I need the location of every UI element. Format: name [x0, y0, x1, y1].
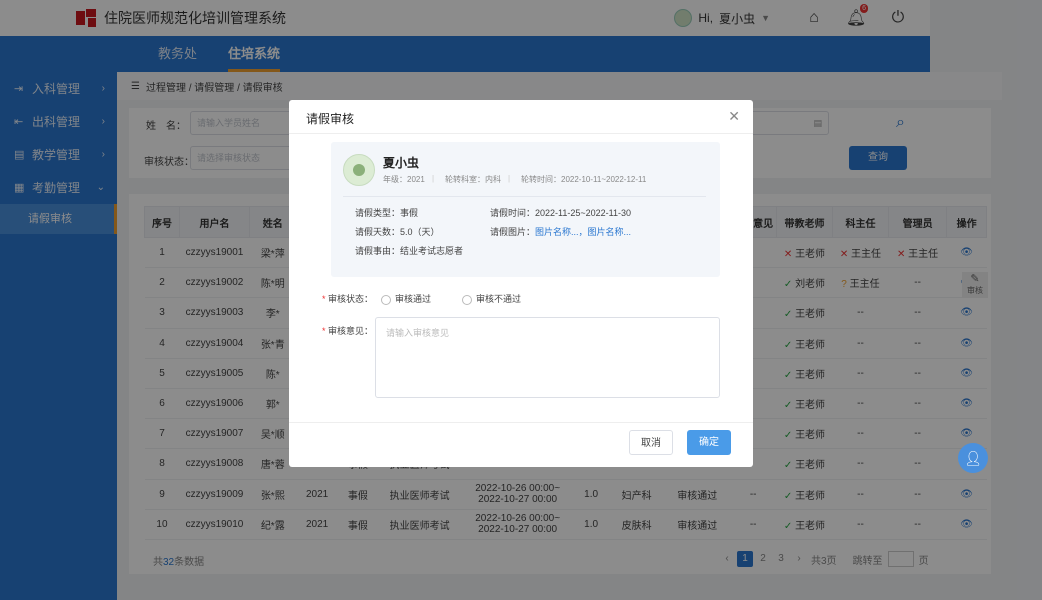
picture-links[interactable]: 图片名称...，图片名称...: [535, 227, 631, 237]
divider: [289, 422, 753, 423]
leave-pics: 请假图片：图片名称...，图片名称...: [490, 227, 632, 237]
applicant-avatar: [343, 154, 375, 186]
review-opinion-textarea[interactable]: 请输入审核意见: [375, 317, 720, 398]
leave-review-dialog: 请假审核 ✕ 夏小虫 年级：2021 | 轮转科室：内科 | 轮转时间：2022…: [289, 100, 753, 467]
confirm-button[interactable]: 确定: [687, 430, 731, 455]
divider: [289, 133, 753, 134]
review-status-label: * 审核状态：: [322, 294, 374, 304]
leave-time: 请假时间：2022-11-25~2022-11-30: [490, 208, 631, 218]
leave-type: 请假类型：事假: [355, 208, 419, 218]
radio-pass[interactable]: 审核通过: [381, 292, 431, 305]
applicant-dept: 轮转科室：内科: [445, 175, 501, 184]
meta-separator: |: [432, 174, 435, 183]
radio-circle: [381, 294, 391, 305]
applicant-grade: 年级：2021: [383, 175, 425, 184]
user-float-icon[interactable]: 👤︎: [958, 443, 988, 473]
radio-fail[interactable]: 审核不通过: [462, 292, 521, 305]
divider: [343, 196, 706, 197]
review-opinion-label: * 审核意见：: [322, 326, 374, 336]
dialog-title: 请假审核: [306, 112, 355, 126]
leave-reason: 请假事由：结业考试志愿者: [355, 246, 464, 256]
meta-separator: |: [508, 174, 511, 183]
close-icon[interactable]: ✕: [728, 108, 740, 125]
cancel-button[interactable]: 取消: [629, 430, 673, 455]
applicant-card: 夏小虫 年级：2021 | 轮转科室：内科 | 轮转时间：2022-10-11~…: [331, 142, 720, 277]
radio-circle: [462, 294, 472, 305]
rotation-time: 轮转时间：2022-10-11~2022-12-11: [521, 175, 647, 184]
leave-days: 请假天数：5.0（天）: [355, 227, 440, 237]
applicant-name: 夏小虫: [383, 156, 420, 170]
